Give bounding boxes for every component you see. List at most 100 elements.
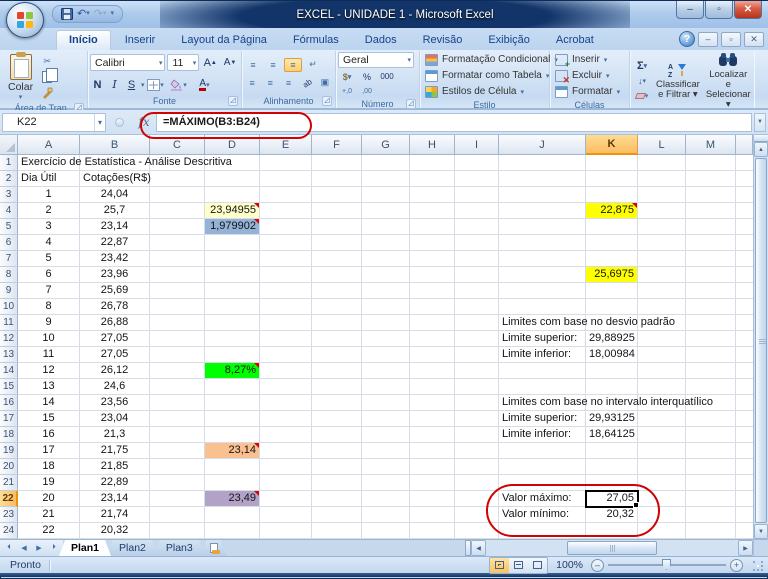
ribbon-tab-revisao[interactable]: Revisão (411, 31, 475, 50)
number-dialog-launcher[interactable]: ◿ (406, 99, 416, 109)
prev-sheet-icon[interactable]: ◀ (17, 542, 31, 555)
align-bottom-button[interactable]: ≡ (284, 58, 302, 72)
cell-J1[interactable] (499, 155, 586, 171)
font-size-combo[interactable]: 11▾ (167, 54, 199, 71)
cell-M12[interactable] (686, 331, 736, 347)
zoom-out-icon[interactable]: – (591, 559, 604, 572)
cell-K24[interactable] (586, 523, 638, 539)
format-cells-button[interactable]: Formatar▾ (555, 84, 627, 99)
cell-J18[interactable]: Limite inferior: (499, 427, 586, 443)
cell-F7[interactable] (312, 251, 362, 267)
cell-E6[interactable] (260, 235, 312, 251)
cell-H18[interactable] (410, 427, 455, 443)
cell-A6[interactable]: 4 (18, 235, 80, 251)
cell-I6[interactable] (455, 235, 499, 251)
cell-F16[interactable] (312, 395, 362, 411)
cell-D4[interactable]: 23,94955 (205, 203, 260, 219)
cell-A3[interactable]: 1 (18, 187, 80, 203)
cell-H8[interactable] (410, 267, 455, 283)
ribbon-tab-dados[interactable]: Dados (353, 31, 409, 50)
next-sheet-icon[interactable]: ▶ (32, 542, 46, 555)
cell-L5[interactable] (638, 219, 686, 235)
cell-D14[interactable]: 8,27% (205, 363, 260, 379)
help-icon[interactable]: ? (679, 31, 695, 47)
cell-K1[interactable] (586, 155, 638, 171)
office-button[interactable] (6, 2, 44, 38)
cell-C24[interactable] (150, 523, 205, 539)
merge-center-button[interactable]: ▣ (317, 76, 333, 90)
cell-A11[interactable]: 9 (18, 315, 80, 331)
cell-B4[interactable]: 25,7 (80, 203, 150, 219)
cell-E11[interactable] (260, 315, 312, 331)
workbook-restore-button[interactable]: ▫ (721, 32, 741, 47)
cell-D8[interactable] (205, 267, 260, 283)
cell-L20[interactable] (638, 459, 686, 475)
maximize-button[interactable]: ▫ (705, 1, 733, 19)
save-icon[interactable] (61, 8, 73, 20)
scroll-up-icon[interactable]: ▲ (754, 142, 768, 157)
scroll-right-icon[interactable]: ▶ (738, 540, 753, 556)
cell-F21[interactable] (312, 475, 362, 491)
sheet-tab-plan3[interactable]: Plan3 (154, 540, 205, 556)
cell-A16[interactable]: 14 (18, 395, 80, 411)
cell-K2[interactable] (586, 171, 638, 187)
vertical-scroll-thumb[interactable] (755, 158, 767, 523)
cell-H14[interactable] (410, 363, 455, 379)
cell-I4[interactable] (455, 203, 499, 219)
cell-K23[interactable]: 20,32 (586, 507, 638, 523)
cell-G8[interactable] (362, 267, 410, 283)
cell-E12[interactable] (260, 331, 312, 347)
vertical-split-handle[interactable] (754, 135, 768, 142)
cell-C15[interactable] (150, 379, 205, 395)
cell-G22[interactable] (362, 491, 410, 507)
cell-M5[interactable] (686, 219, 736, 235)
cell-M11[interactable] (686, 315, 736, 331)
last-sheet-icon[interactable]: ⏵ (47, 542, 61, 555)
cell-F6[interactable] (312, 235, 362, 251)
column-header-g[interactable]: G (362, 135, 410, 155)
cell-E7[interactable] (260, 251, 312, 267)
cell-C3[interactable] (150, 187, 205, 203)
cell-C13[interactable] (150, 347, 205, 363)
cell-C18[interactable] (150, 427, 205, 443)
cell-E20[interactable] (260, 459, 312, 475)
cell-H12[interactable] (410, 331, 455, 347)
cell-I7[interactable] (455, 251, 499, 267)
cell-K5[interactable] (586, 219, 638, 235)
column-header-l[interactable]: L (638, 135, 686, 155)
cell-A13[interactable]: 11 (18, 347, 80, 363)
cell-L1[interactable] (638, 155, 686, 171)
cell-E15[interactable] (260, 379, 312, 395)
cell-M23[interactable] (686, 507, 736, 523)
cell-E5[interactable] (260, 219, 312, 235)
cell-E21[interactable] (260, 475, 312, 491)
cell-I14[interactable] (455, 363, 499, 379)
cell-L23[interactable] (638, 507, 686, 523)
row-header-12[interactable]: 12 (0, 331, 18, 347)
cell-M24[interactable] (686, 523, 736, 539)
bold-button[interactable]: N (90, 79, 105, 91)
cell-E9[interactable] (260, 283, 312, 299)
ribbon-tab-formulas[interactable]: Fórmulas (281, 31, 351, 50)
cell-J24[interactable] (499, 523, 586, 539)
row-header-5[interactable]: 5 (0, 219, 18, 235)
cell-I5[interactable] (455, 219, 499, 235)
formula-bar-handle[interactable] (115, 118, 124, 127)
cell-B9[interactable]: 25,69 (80, 283, 150, 299)
cell-I10[interactable] (455, 299, 499, 315)
cell-G15[interactable] (362, 379, 410, 395)
cell-C22[interactable] (150, 491, 205, 507)
page-layout-view-button[interactable] (509, 558, 528, 573)
cell-G17[interactable] (362, 411, 410, 427)
cell-D2[interactable] (205, 171, 260, 187)
cell-B6[interactable]: 22,87 (80, 235, 150, 251)
cell-B12[interactable]: 27,05 (80, 331, 150, 347)
cell-C11[interactable] (150, 315, 205, 331)
cell-A22[interactable]: 20 (18, 491, 80, 507)
row-header-2[interactable]: 2 (0, 171, 18, 187)
cell-H9[interactable] (410, 283, 455, 299)
cell-E18[interactable] (260, 427, 312, 443)
resize-grip[interactable] (751, 559, 764, 572)
cell-G6[interactable] (362, 235, 410, 251)
cell-L18[interactable] (638, 427, 686, 443)
